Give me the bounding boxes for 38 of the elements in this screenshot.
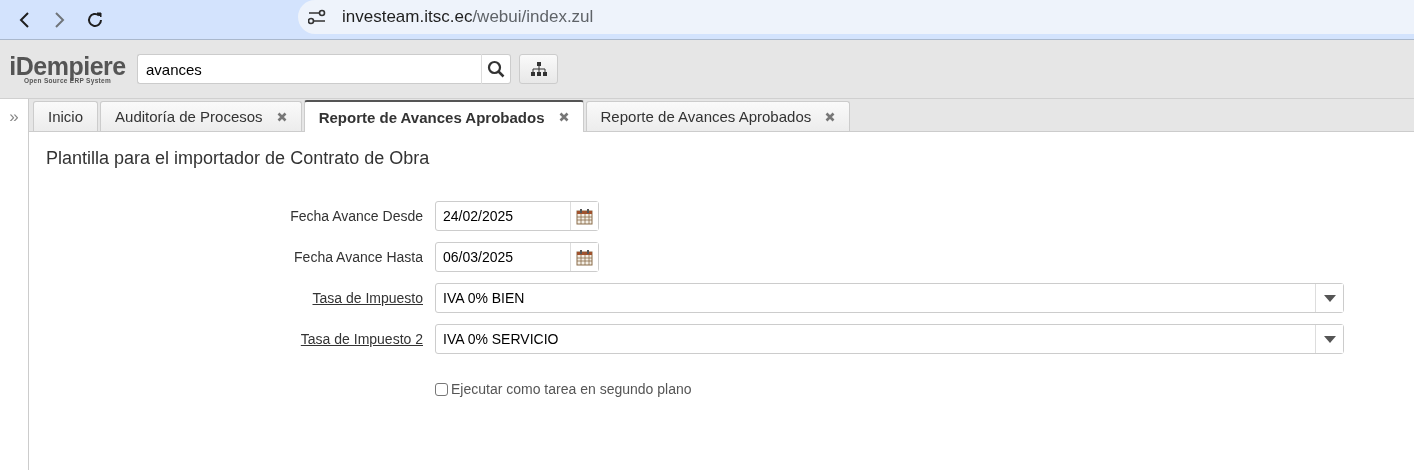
- site-settings-icon[interactable]: [308, 9, 326, 25]
- field-label: Fecha Avance Desde: [289, 208, 423, 224]
- dropdown-field[interactable]: IVA 0% SERVICIO: [435, 324, 1344, 354]
- dropdown-icon: [1323, 294, 1336, 302]
- calendar-icon: [576, 207, 593, 225]
- calendar-button[interactable]: [570, 243, 598, 271]
- search-field[interactable]: avances: [137, 54, 481, 84]
- field-label-link[interactable]: Tasa de Impuesto 2: [46, 331, 423, 347]
- logo-text: iDempiere: [9, 53, 126, 79]
- date-field[interactable]: 24/02/2025: [435, 201, 599, 231]
- dropdown-button[interactable]: [1315, 325, 1343, 353]
- close-icon[interactable]: [825, 111, 836, 122]
- search-icon: [487, 60, 505, 78]
- tab[interactable]: Reporte de Avances Aprobados: [585, 101, 851, 131]
- close-icon[interactable]: [558, 112, 569, 122]
- tab[interactable]: Reporte de Avances Aprobados: [303, 100, 584, 132]
- reload-icon[interactable]: [86, 10, 104, 29]
- tab[interactable]: Inicio: [33, 101, 99, 131]
- field-label: Fecha Avance Hasta: [293, 249, 423, 265]
- calendar-button[interactable]: [570, 202, 598, 230]
- checkbox-label[interactable]: Ejecutar como tarea en segundo plano: [451, 381, 692, 397]
- url-text[interactable]: investeam.itsc.ec/webui/index.zul: [342, 7, 594, 27]
- back-icon[interactable]: [18, 10, 32, 29]
- date-field[interactable]: 06/03/2025: [435, 242, 599, 272]
- forward-icon[interactable]: [52, 10, 66, 29]
- menu-tree-button[interactable]: [519, 54, 558, 84]
- tab[interactable]: Auditoría de Procesos: [100, 101, 302, 131]
- field-label-link[interactable]: Tasa de Impuesto: [46, 290, 423, 306]
- search-button[interactable]: [481, 54, 511, 84]
- calendar-icon: [576, 248, 593, 266]
- dropdown-icon: [1323, 335, 1336, 343]
- hierarchy-icon: [530, 62, 547, 76]
- dropdown-button[interactable]: [1315, 284, 1343, 312]
- form-title: Plantilla para el importador de Contrato de Obra: [46, 148, 431, 169]
- close-icon[interactable]: [276, 111, 287, 122]
- checkbox[interactable]: [435, 382, 448, 396]
- dropdown-field[interactable]: IVA 0% BIEN: [435, 283, 1344, 313]
- expand-sidebar-button[interactable]: »: [9, 107, 19, 127]
